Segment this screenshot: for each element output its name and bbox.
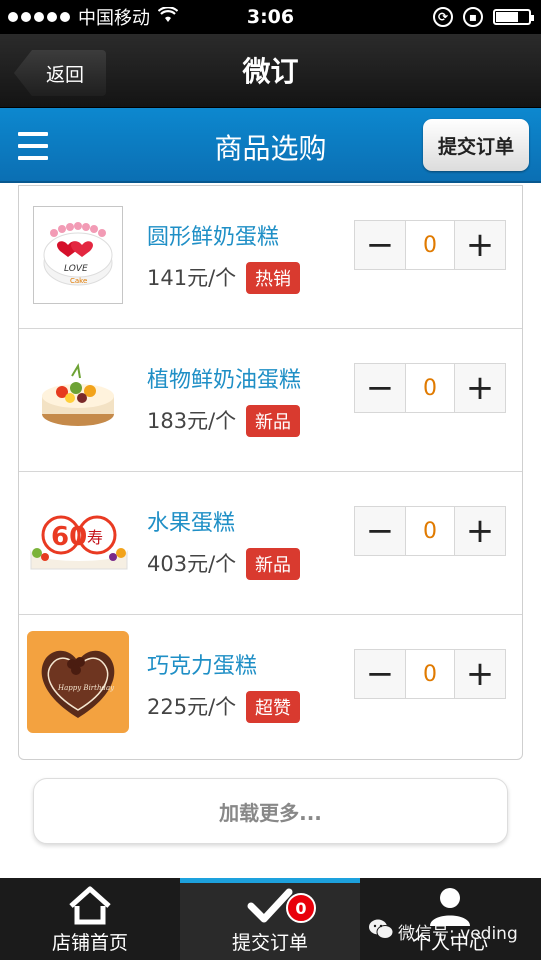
decrease-button[interactable]: − [355,507,405,555]
battery-icon [493,9,534,25]
home-icon [67,886,113,926]
tab-label: 提交订单 [231,932,308,954]
order-count-badge: 0 [286,893,316,923]
cake-love-text: LOVE [64,264,88,274]
product-list: LOVE Cake 圆形鲜奶蛋糕 141元/个 热销 − 0 + 植物鲜奶油蛋糕… [18,185,523,760]
rotation-lock-icon: ⟳ [433,7,453,27]
wechat-icon [368,918,394,945]
section-header: 商品选购 提交订单 [0,108,541,183]
product-name[interactable]: 植物鲜奶油蛋糕 [147,362,301,394]
cake-number-text: 60 [51,522,87,552]
load-more-button[interactable]: 加载更多... [33,778,508,844]
submit-order-button[interactable]: 提交订单 [423,119,529,171]
product-tag: 新品 [246,548,300,580]
decrease-button[interactable]: − [355,650,405,698]
product-image: Happy Birthday [27,631,129,733]
product-image [33,349,123,447]
list-item: 60 寿 水果蛋糕 403元/个 新品 − 0 + [19,472,522,615]
signal-strength-icon [8,12,70,22]
list-item: 植物鲜奶油蛋糕 183元/个 新品 − 0 + [19,329,522,472]
lock-icon: ▪ [463,7,483,27]
product-name[interactable]: 巧克力蛋糕 [147,648,257,680]
navigation-bar: 返回 微订 [0,34,541,108]
decrease-button[interactable]: − [355,364,405,412]
tab-label: 店铺首页 [51,932,128,954]
quantity-value[interactable]: 0 [405,364,455,412]
list-item: Happy Birthday 巧克力蛋糕 225元/个 超赞 − 0 + [19,615,522,758]
increase-button[interactable]: + [455,650,505,698]
watermark-text: 微信号: veding [398,924,518,944]
tab-submit-order[interactable]: 0 提交订单 [180,878,360,960]
product-price: 141元/个 [147,266,237,290]
product-tag: 超赞 [246,691,300,723]
wifi-icon [157,5,179,28]
decrease-button[interactable]: − [355,221,405,269]
cake-brand-text: Cake [70,277,87,285]
cake-longevity-text: 寿 [87,528,103,547]
app-title: 微订 [242,55,299,88]
product-price: 225元/个 [147,695,237,719]
product-image: LOVE Cake [33,206,123,304]
product-name[interactable]: 水果蛋糕 [147,505,235,537]
product-name[interactable]: 圆形鲜奶蛋糕 [147,219,279,251]
status-bar: 中国移动 3:06 ⟳ ▪ [0,0,541,34]
quantity-value[interactable]: 0 [405,650,455,698]
product-price: 403元/个 [147,552,237,576]
increase-button[interactable]: + [455,364,505,412]
quantity-stepper: − 0 + [354,220,506,270]
product-image: 60 寿 [27,492,131,590]
quantity-stepper: − 0 + [354,649,506,699]
list-item: LOVE Cake 圆形鲜奶蛋糕 141元/个 热销 − 0 + [19,186,522,329]
tab-store-home[interactable]: 店铺首页 [0,878,180,960]
quantity-value[interactable]: 0 [405,221,455,269]
product-price: 183元/个 [147,409,237,433]
quantity-stepper: − 0 + [354,363,506,413]
cake-greeting-text: Happy Birthday [57,684,115,692]
quantity-value[interactable]: 0 [405,507,455,555]
increase-button[interactable]: + [455,507,505,555]
increase-button[interactable]: + [455,221,505,269]
product-tag: 新品 [246,405,300,437]
watermark: 微信号: veding [368,918,518,945]
carrier-name: 中国移动 [78,8,150,29]
quantity-stepper: − 0 + [354,506,506,556]
product-tag: 热销 [246,262,300,294]
